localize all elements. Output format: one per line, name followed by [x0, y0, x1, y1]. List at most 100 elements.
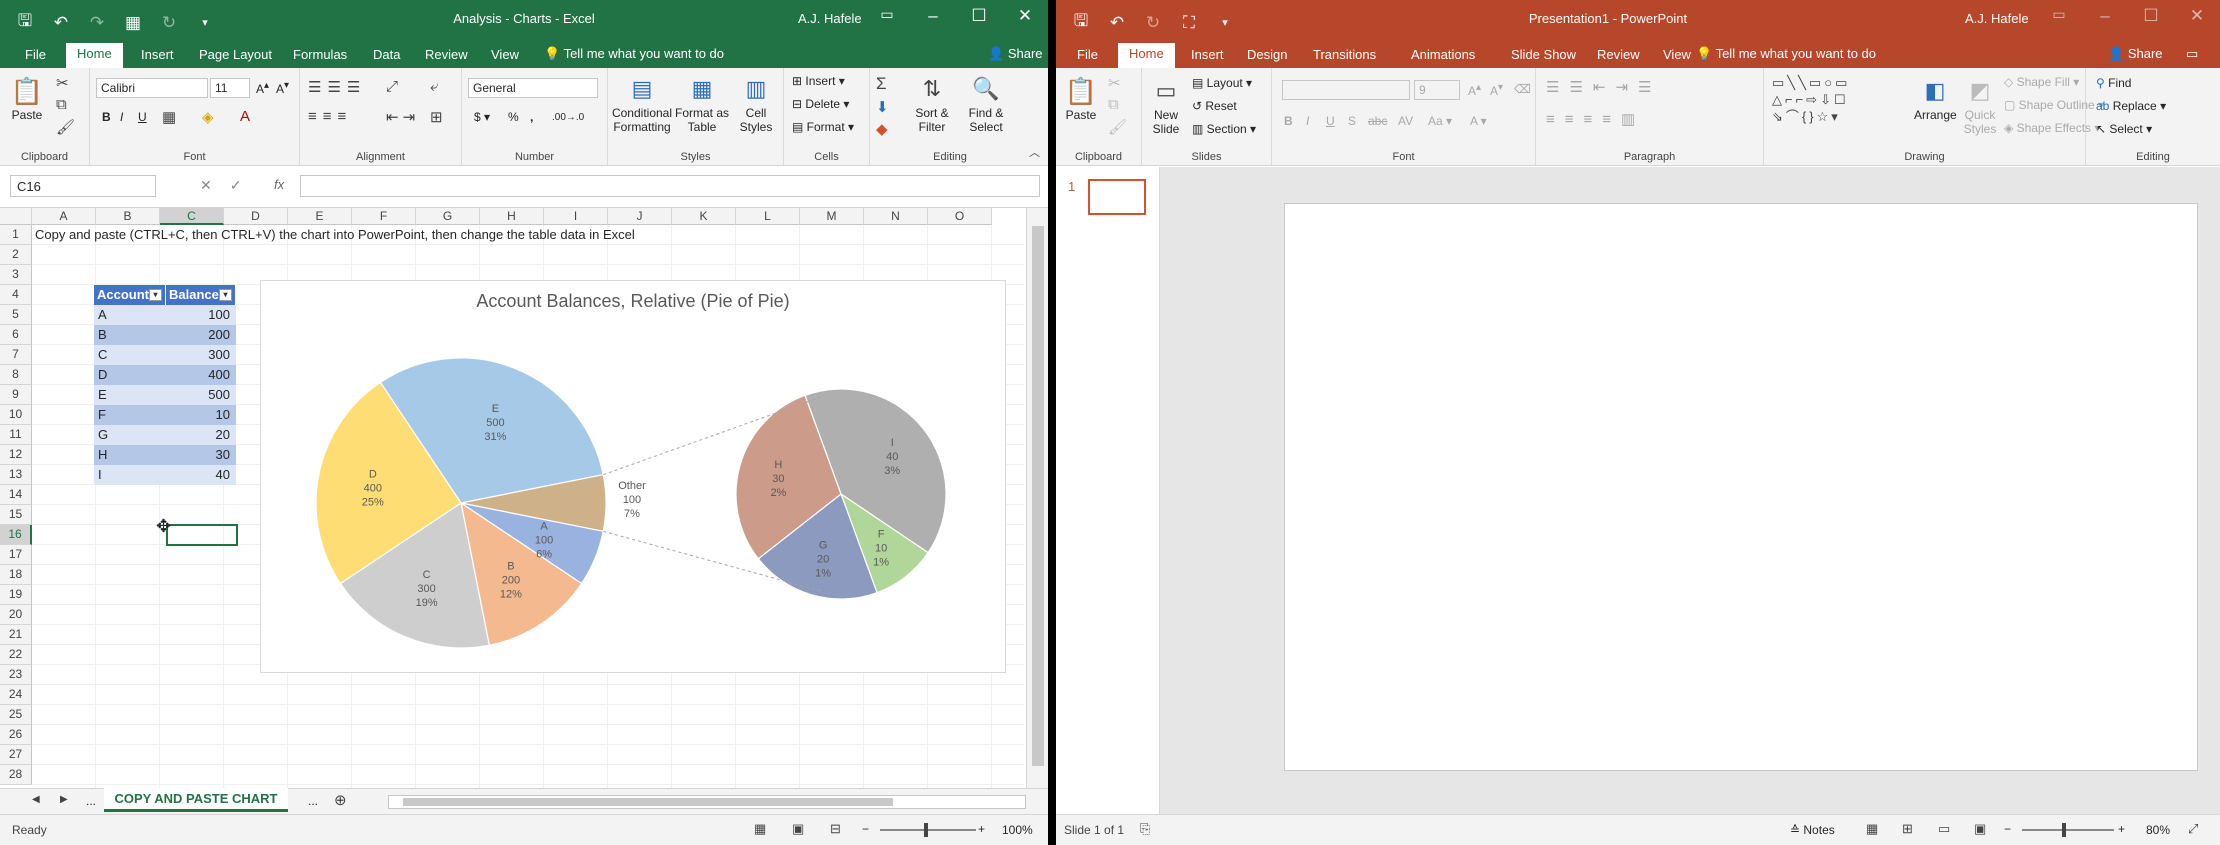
row-header[interactable]: 11 — [0, 425, 32, 445]
reset-button[interactable]: ↺ Reset — [1192, 99, 1237, 113]
tab-view[interactable]: View — [480, 46, 530, 68]
format-painter-icon[interactable]: 🖌 — [56, 118, 75, 136]
ribbon-display-icon[interactable]: ▭ — [2036, 6, 2082, 26]
tab-slide-show[interactable]: Slide Show — [1500, 46, 1587, 68]
normal-view-icon[interactable]: ▦ — [754, 821, 766, 837]
column-header[interactable]: B — [96, 208, 160, 225]
row-header[interactable]: 16 — [0, 525, 32, 545]
insert-function-button[interactable]: fx — [274, 177, 284, 192]
row-header[interactable]: 5 — [0, 305, 32, 325]
font-name-select[interactable]: Calibri — [96, 78, 208, 98]
zoom-in-button[interactable]: + — [2118, 822, 2125, 836]
zoom-slider-thumb[interactable] — [924, 823, 928, 837]
ribbon-display-icon[interactable]: ▭ — [864, 6, 910, 26]
notes-button[interactable]: ≙ Notes — [1790, 823, 1835, 837]
find-select-button[interactable]: 🔍 Find & Select — [960, 72, 1012, 134]
cut-icon[interactable]: ✂ — [1108, 74, 1121, 92]
italic-button[interactable]: I — [1306, 114, 1309, 128]
balance-cell[interactable]: 30 — [216, 445, 230, 465]
tab-file[interactable]: File — [1066, 46, 1109, 68]
row-header[interactable]: 22 — [0, 645, 32, 665]
tab-design[interactable]: Design — [1236, 46, 1298, 68]
balance-cell[interactable]: 100 — [208, 305, 230, 325]
clear-formatting-button[interactable]: ⌫ — [1514, 82, 1531, 96]
clear-icon[interactable]: ◆ — [876, 120, 888, 138]
indent-icons[interactable]: ⇤⇥ — [386, 108, 419, 126]
format-painter-icon[interactable]: 🖌 — [1108, 118, 1127, 136]
worksheet-grid[interactable]: ABCDEFGHIJKLMNO 1 2 3 4 5 6 7 8 9 10 11 12 13 14 15 16 1… — [0, 208, 1024, 788]
zoom-out-button[interactable]: − — [862, 822, 869, 836]
find-button[interactable]: ⚲ Find — [2096, 76, 2131, 90]
tab-review[interactable]: Review — [414, 46, 479, 68]
vertical-scrollbar[interactable] — [1026, 208, 1048, 788]
shapes-gallery[interactable]: ▭╲╲▭○▭ △⌐⌐⇨⇩☐ ⇘⌒{}☆▾ — [1772, 74, 1912, 125]
horizontal-scroll-thumb[interactable] — [403, 798, 893, 806]
font-size-select[interactable]: 11 — [210, 78, 250, 98]
account-cell[interactable]: I — [98, 465, 102, 485]
layout-button[interactable]: ▤ Layout ▾ — [1192, 76, 1252, 90]
borders-icon[interactable]: ▦ — [162, 108, 176, 126]
vertical-align-icons[interactable]: ☰☰☰ — [308, 78, 366, 96]
row-header[interactable]: 25 — [0, 705, 32, 725]
section-button[interactable]: ▥ Section ▾ — [1192, 122, 1256, 136]
reading-view-icon[interactable]: ▭ — [1938, 821, 1950, 837]
row-header[interactable]: 7 — [0, 345, 32, 365]
row-header[interactable]: 2 — [0, 245, 32, 265]
row-header[interactable]: 24 — [0, 685, 32, 705]
column-header[interactable]: K — [672, 208, 736, 225]
wrap-text-icon[interactable]: ⤶ — [430, 78, 438, 95]
tab-review[interactable]: Review — [1586, 46, 1651, 68]
replace-button[interactable]: ab Replace ▾ — [2096, 99, 2166, 113]
horizontal-align-icons[interactable]: ≡≡≡ — [308, 108, 352, 125]
table-row[interactable]: E 500 — [94, 385, 236, 405]
account-cell[interactable]: A — [98, 305, 107, 325]
merge-center-icon[interactable]: ⊞ — [430, 108, 443, 126]
row-header[interactable]: 4 — [0, 285, 32, 305]
slide-editing-area[interactable] — [1160, 167, 2220, 814]
tab-home[interactable]: Home — [66, 43, 123, 68]
change-case-button[interactable]: Aa ▾ — [1428, 114, 1452, 128]
tab-page-layout[interactable]: Page Layout — [188, 46, 283, 68]
tab-formulas[interactable]: Formulas — [282, 46, 358, 68]
slide-sorter-view-icon[interactable]: ⊞ — [1902, 821, 1913, 837]
column-header[interactable]: E — [288, 208, 352, 225]
page-layout-view-icon[interactable]: ▣ — [792, 821, 804, 837]
page-break-view-icon[interactable]: ⊟ — [830, 821, 841, 837]
tab-file[interactable]: File — [14, 46, 57, 68]
cell-styles-button[interactable]: ▥ Cell Styles — [732, 72, 780, 134]
account-cell[interactable]: G — [98, 425, 108, 445]
column-header[interactable]: I — [544, 208, 608, 225]
row-header[interactable]: 10 — [0, 405, 32, 425]
strikethrough-button[interactable]: abc — [1368, 114, 1387, 128]
balance-cell[interactable]: 20 — [216, 425, 230, 445]
tab-animations[interactable]: Animations — [1400, 46, 1486, 68]
accessibility-icon[interactable]: ⎘ — [1140, 821, 1150, 837]
filter-dropdown-icon[interactable]: ▾ — [149, 289, 162, 301]
zoom-level[interactable]: 100% — [1002, 823, 1033, 837]
font-name-select[interactable] — [1282, 80, 1410, 100]
tell-me-search[interactable]: 💡 Tell me what you want to do — [544, 46, 724, 62]
column-header[interactable]: C — [160, 208, 224, 225]
shrink-font-button[interactable]: A▾ — [1490, 82, 1503, 98]
column-header[interactable]: M — [800, 208, 864, 225]
slide-thumbnail-1[interactable] — [1088, 179, 1146, 215]
column-header[interactable]: G — [416, 208, 480, 225]
column-header[interactable]: O — [928, 208, 992, 225]
tab-home[interactable]: Home — [1118, 43, 1175, 68]
autosum-icon[interactable]: Σ — [876, 74, 887, 94]
slide-canvas[interactable] — [1284, 203, 2198, 771]
format-cells-button[interactable]: ▤ Format ▾ — [792, 120, 854, 134]
slide-show-view-icon[interactable]: ▣ — [1974, 821, 1986, 837]
row-header[interactable]: 18 — [0, 565, 32, 585]
row-header[interactable]: 3 — [0, 265, 32, 285]
font-color-icon[interactable]: A — [240, 108, 250, 125]
row-header[interactable]: 19 — [0, 585, 32, 605]
copy-icon[interactable]: ⧉ — [56, 96, 67, 113]
column-header[interactable]: L — [736, 208, 800, 225]
scroll-tabs-right-icon[interactable]: ▶ — [60, 794, 68, 805]
row-header[interactable]: 8 — [0, 365, 32, 385]
minimize-icon[interactable]: – — [910, 6, 956, 26]
paste-button[interactable]: 📋 Paste — [6, 74, 48, 122]
insert-cells-button[interactable]: ⊞ Insert ▾ — [792, 74, 845, 88]
balance-cell[interactable]: 500 — [208, 385, 230, 405]
